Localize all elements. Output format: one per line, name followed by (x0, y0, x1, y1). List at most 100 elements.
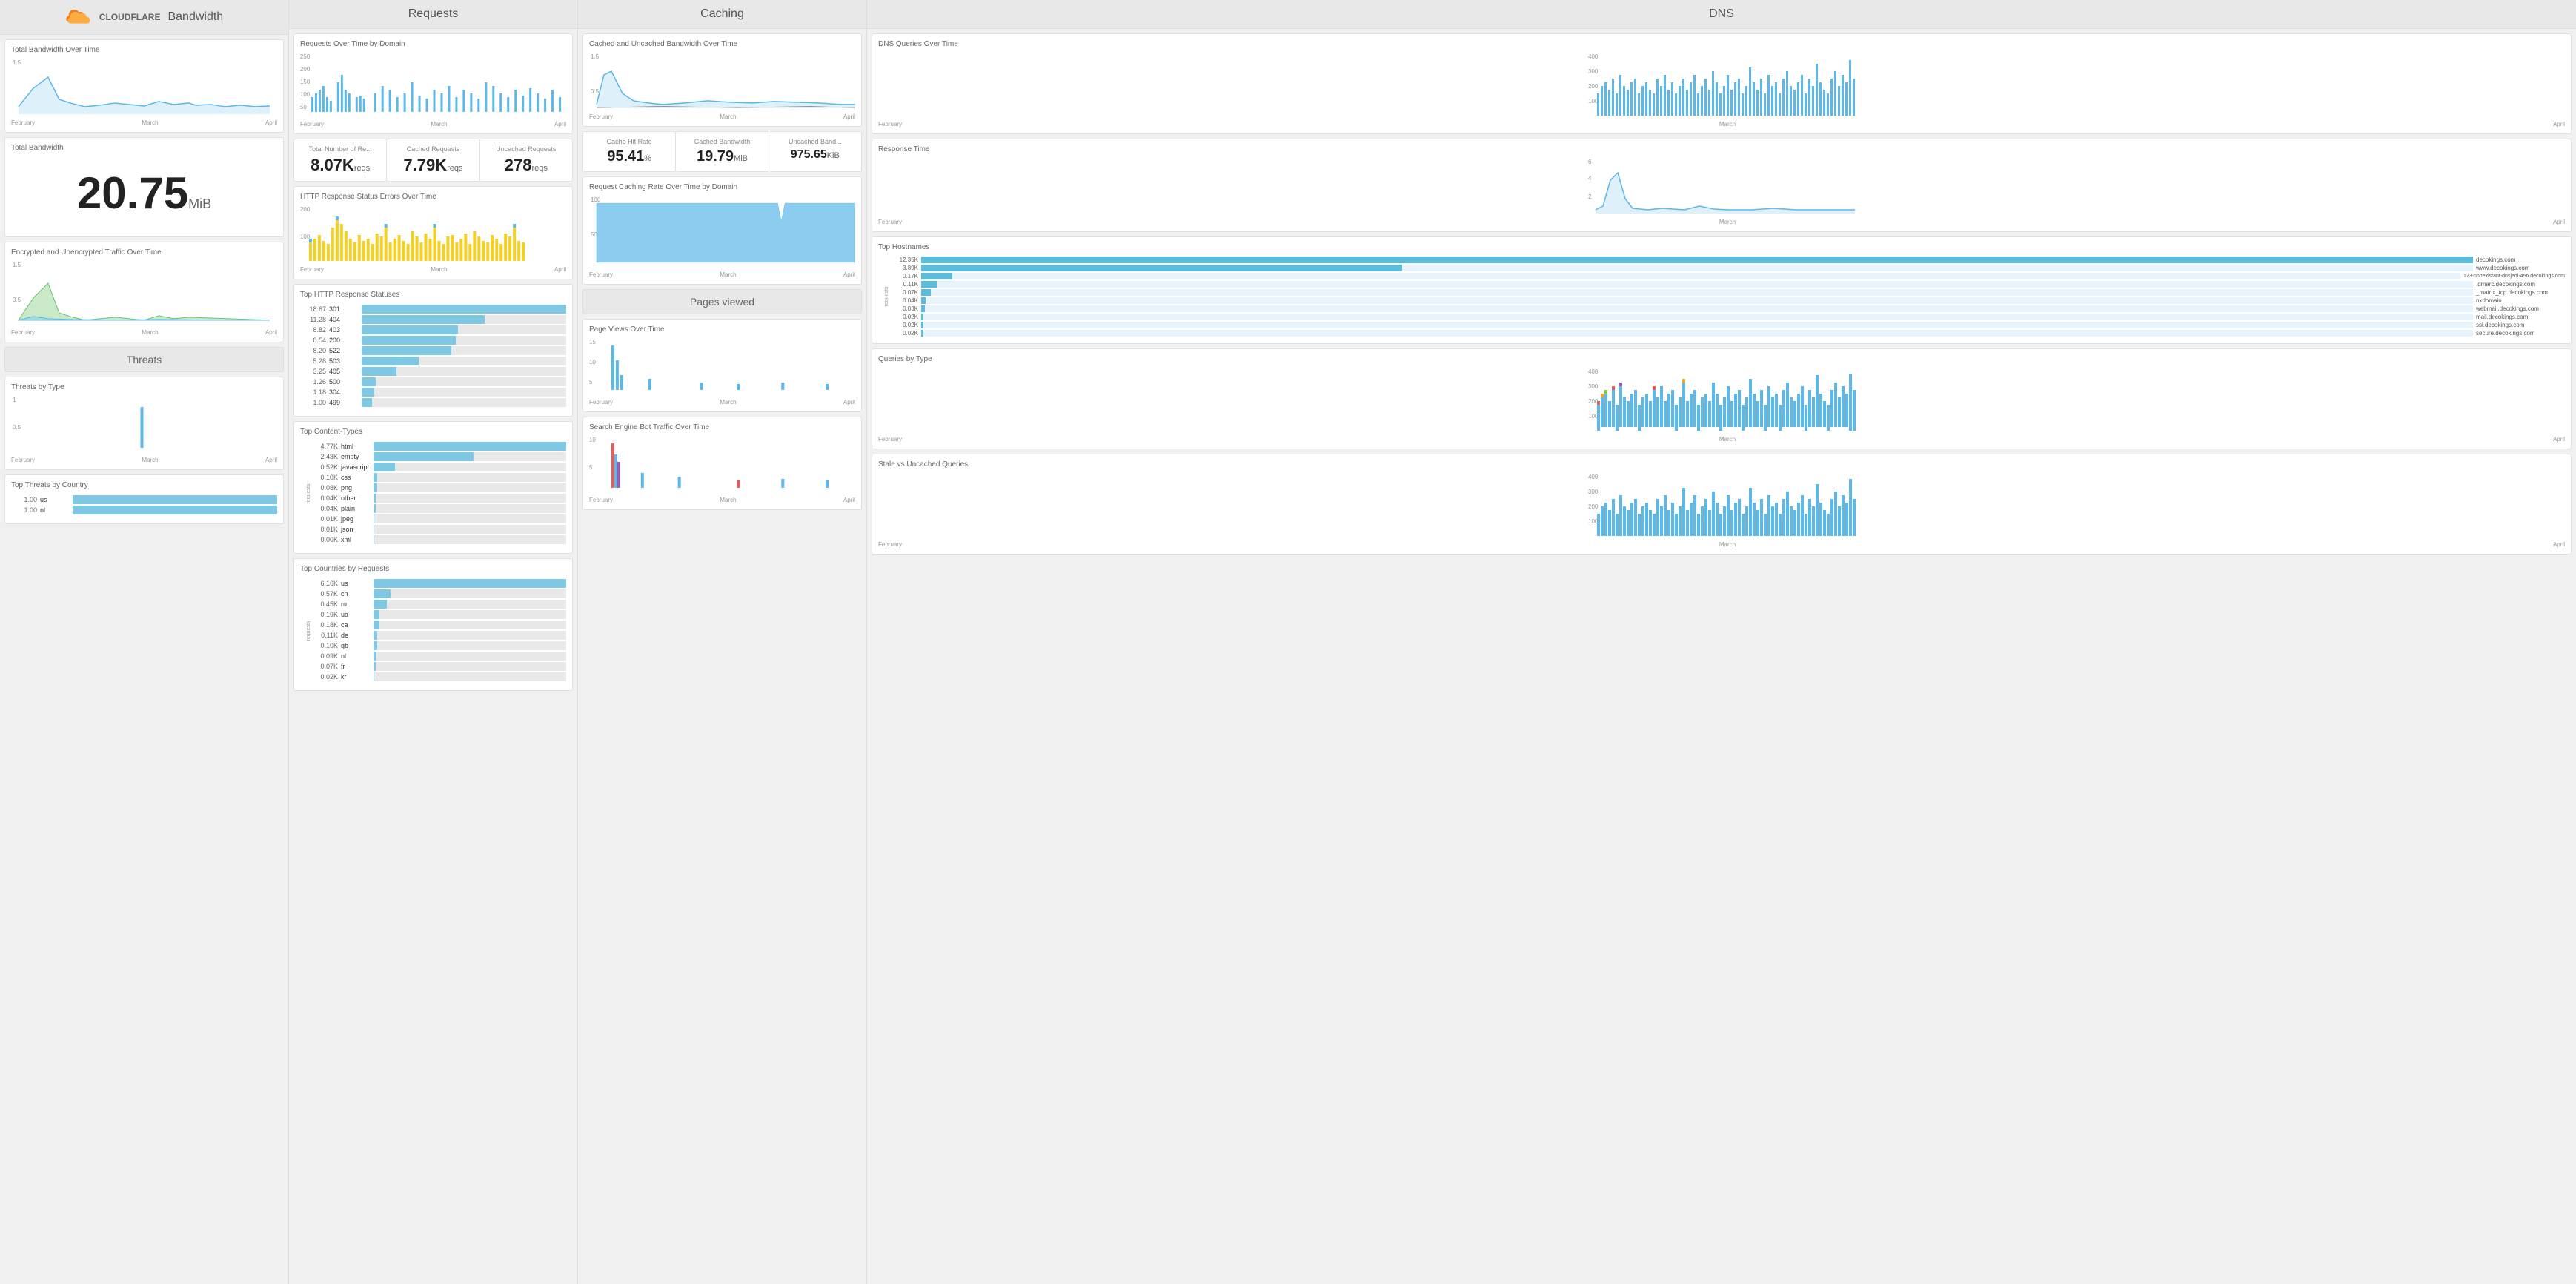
country-us: 6.16Kus (312, 579, 566, 588)
pages-viewed-header: Pages viewed (582, 289, 862, 314)
svg-text:100: 100 (300, 91, 311, 98)
cache-hit-rate-metric: Cache Hit Rate 95.41% (582, 131, 676, 172)
queries-type-x-labels: February March April (878, 436, 2565, 443)
cached-req-label: Cached Requests (393, 145, 473, 153)
countries-list: 6.16Kus 0.57Kcn 0.45Kru 0.19Kua 0.18Kca … (312, 578, 566, 684)
total-bw-chart: 1.5 February March April (11, 59, 277, 126)
content-types-list: 4.77Khtml 2.48Kempty 0.52Kjavascript 0.1… (312, 440, 566, 547)
response-time-x-labels: February March April (878, 219, 2565, 225)
top-threats-title: Top Threats by Country (11, 481, 277, 489)
country-ru: 0.45Kru (312, 600, 566, 609)
countries-y-label: requests (306, 621, 311, 641)
queries-type-chart: 400 300 200 100 (878, 368, 2565, 443)
threats-type-title: Threats by Type (11, 383, 277, 391)
bw-chart-x-labels: February March April (11, 119, 277, 126)
hn-matrix: 0.07K _matrix_tcp.decokings.com (890, 288, 2565, 297)
svg-text:200: 200 (300, 66, 311, 73)
requests-header: Requests (289, 0, 577, 29)
total-req-value: 8.07Kreqs (300, 156, 380, 175)
cache-hit-value: 95.41% (589, 148, 669, 165)
dns-column: DNS DNS Queries Over Time 400 300 200 10… (867, 0, 2576, 1284)
hn-nxdomain: 0.04K nxdomain (890, 297, 2565, 305)
bandwidth-header: CLOUDFLARE Bandwidth (0, 0, 288, 35)
status-522: 8.20522 (300, 346, 566, 355)
dns-queries-panel: DNS Queries Over Time 400 300 200 100 (872, 33, 2572, 134)
y-axis-max: 1.5 (13, 59, 21, 66)
svg-text:2: 2 (1588, 193, 1592, 200)
svg-text:10: 10 (589, 359, 596, 365)
caching-column: Caching Cached and Uncached Bandwidth Ov… (578, 0, 867, 1284)
svg-text:100: 100 (591, 196, 601, 203)
cached-req-value: 7.79Kreqs (393, 156, 473, 175)
hostnames-y-label: requests (884, 287, 889, 307)
top-http-title: Top HTTP Response Statuses (300, 291, 566, 299)
http-errors-panel: HTTP Response Status Errors Over Time 20… (293, 186, 573, 279)
total-bw-value: 20.75 (77, 168, 188, 218)
svg-text:400: 400 (1588, 474, 1599, 480)
uncached-requests-metric: Uncached Requests 278reqs (480, 139, 573, 182)
svg-text:10: 10 (589, 437, 596, 443)
status-403: 8.82403 (300, 325, 566, 334)
caching-rate-title: Request Caching Rate Over Time by Domain (589, 183, 855, 191)
hostnames-list: 12.35K decokings.com 3.89K www.decokings… (890, 256, 2565, 337)
status-499: 1.00499 (300, 398, 566, 407)
country-fr: 0.07Kfr (312, 662, 566, 671)
caching-rate-panel: Request Caching Rate Over Time by Domain… (582, 176, 862, 285)
hn-ssl: 0.02K ssl.decokings.com (890, 321, 2565, 329)
svg-text:300: 300 (1588, 383, 1599, 390)
threat-us: 1.00 us (11, 495, 277, 504)
http-errors-x-labels: February March April (300, 266, 566, 273)
hn-dmarc: 0.11K .dmarc.decokings.com (890, 280, 2565, 288)
encrypted-x-labels: February March April (11, 329, 277, 336)
svg-text:200: 200 (1588, 503, 1599, 510)
requests-over-time-panel: Requests Over Time by Domain 250 200 150… (293, 33, 573, 134)
threat-us-value: 1.00 (11, 496, 37, 503)
total-bw-label: Total Bandwidth (11, 144, 277, 152)
total-bw-unit: MiB (188, 196, 211, 211)
cached-requests-metric: Cached Requests 7.79Kreqs (387, 139, 479, 182)
ct-xml: 0.00Kxml (312, 535, 566, 544)
cached-bw-chart: 1.5 0.5 February March April (589, 53, 855, 120)
requests-column: Requests Requests Over Time by Domain 25… (289, 0, 578, 1284)
cached-bw-title: Cached and Uncached Bandwidth Over Time (589, 40, 855, 48)
cached-bw-x-labels: February March April (589, 113, 855, 120)
search-bot-x-labels: February March April (589, 497, 855, 503)
top-http-statuses-panel: Top HTTP Response Statuses 18.67301 11.2… (293, 284, 573, 417)
cloudflare-icon (65, 7, 95, 27)
svg-text:100: 100 (300, 234, 311, 240)
cached-bw-metric: Cached Bandwidth 19.79MiB (676, 131, 769, 172)
status-500: 1.26500 (300, 377, 566, 386)
uncached-req-value: 278reqs (486, 156, 566, 175)
top-countries-panel: Top Countries by Requests requests 6.16K… (293, 558, 573, 691)
top-hostnames-panel: Top Hostnames requests 12.35K decokings.… (872, 236, 2572, 344)
svg-text:15: 15 (589, 339, 596, 345)
threats-chart: 1 0.5 February March April (11, 396, 277, 463)
svg-text:300: 300 (1588, 68, 1599, 75)
threat-nl-track (73, 506, 277, 514)
total-requests-metric: Total Number of Re... 8.07Kreqs (293, 139, 387, 182)
status-301: 18.67301 (300, 305, 566, 314)
hn-123-nonexistant: 0.17K 123-nonexistant-dnsjedi-456.decoki… (890, 272, 2565, 280)
total-bw-title: Total Bandwidth Over Time (11, 46, 277, 54)
search-bot-chart: 10 5 February March April (589, 436, 855, 503)
http-errors-chart: 200 100 (300, 205, 566, 273)
requests-time-chart: 250 200 150 100 50 (300, 53, 566, 128)
uncached-bw-label: Uncached Band... (775, 138, 855, 145)
country-ca: 0.18Kca (312, 621, 566, 629)
threat-nl-label: nl (40, 506, 70, 514)
country-ua: 0.19Kua (312, 610, 566, 619)
threat-us-label: us (40, 496, 70, 503)
queries-type-title: Queries by Type (878, 355, 2565, 363)
hn-decokings: 12.35K decokings.com (890, 256, 2565, 264)
search-bot-title: Search Engine Bot Traffic Over Time (589, 423, 855, 431)
threat-nl-value: 1.00 (11, 506, 37, 514)
top-countries-title: Top Countries by Requests (300, 565, 566, 573)
top-hostnames-title: Top Hostnames (878, 243, 2565, 251)
ct-css: 0.10Kcss (312, 473, 566, 482)
svg-text:0.5: 0.5 (13, 424, 21, 431)
requests-title: Requests (408, 7, 459, 21)
status-404: 11.28404 (300, 315, 566, 324)
requests-y-label: requests (306, 484, 311, 504)
hn-webmail: 0.03K webmail.decokings.com (890, 305, 2565, 313)
svg-text:50: 50 (300, 104, 307, 110)
